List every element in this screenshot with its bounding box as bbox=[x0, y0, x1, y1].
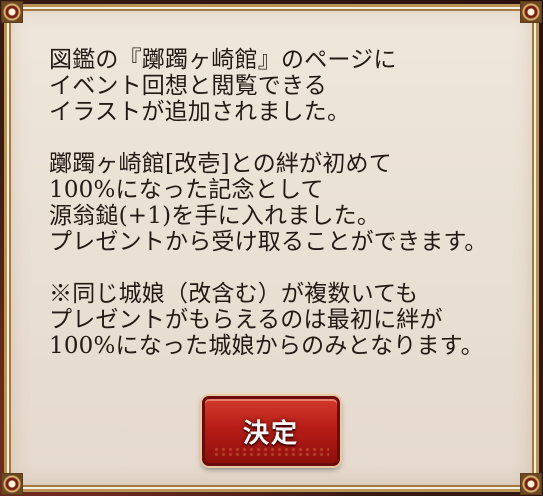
message-line: 100%になった城娘からのみとなります。 bbox=[49, 333, 484, 359]
corner-ornament-icon bbox=[1, 1, 23, 23]
ok-button[interactable]: 決定 bbox=[202, 396, 340, 466]
corner-ornament-icon bbox=[520, 473, 542, 495]
message-line: 躑躅ヶ崎館[改壱]との絆が初めて bbox=[49, 151, 392, 177]
message-paragraph: 躑躅ヶ崎館[改壱]との絆が初めて 100%になった記念として 源翁鎚(+1)を手… bbox=[49, 151, 519, 255]
message-line: プレゼントから受け取ることができます。 bbox=[49, 229, 488, 255]
ok-button-label: 決定 bbox=[242, 418, 299, 449]
message-line: ※同じ城娘（改含む）が複数いても bbox=[49, 281, 419, 307]
message-line: イベント回想と閲覧できる bbox=[49, 73, 327, 99]
message-line: イラストが追加されました。 bbox=[49, 99, 351, 125]
message-line: プレゼントがもらえるのは最初に絆が bbox=[49, 307, 443, 333]
message-line: 100%になった記念として bbox=[49, 177, 324, 203]
message-paragraph: 図鑑の『躑躅ヶ崎館』のページに イベント回想と閲覧できる イラストが追加されまし… bbox=[49, 47, 519, 125]
corner-ornament-icon bbox=[520, 1, 542, 23]
message-line: 源翁鎚(+1)を手に入れました。 bbox=[49, 203, 381, 229]
dialog-message: 図鑑の『躑躅ヶ崎館』のページに イベント回想と閲覧できる イラストが追加されまし… bbox=[49, 47, 519, 385]
message-line: 図鑑の『躑躅ヶ崎館』のページに bbox=[49, 47, 397, 73]
message-paragraph: ※同じ城娘（改含む）が複数いても プレゼントがもらえるのは最初に絆が 100%に… bbox=[49, 281, 519, 359]
corner-ornament-icon bbox=[1, 473, 23, 495]
